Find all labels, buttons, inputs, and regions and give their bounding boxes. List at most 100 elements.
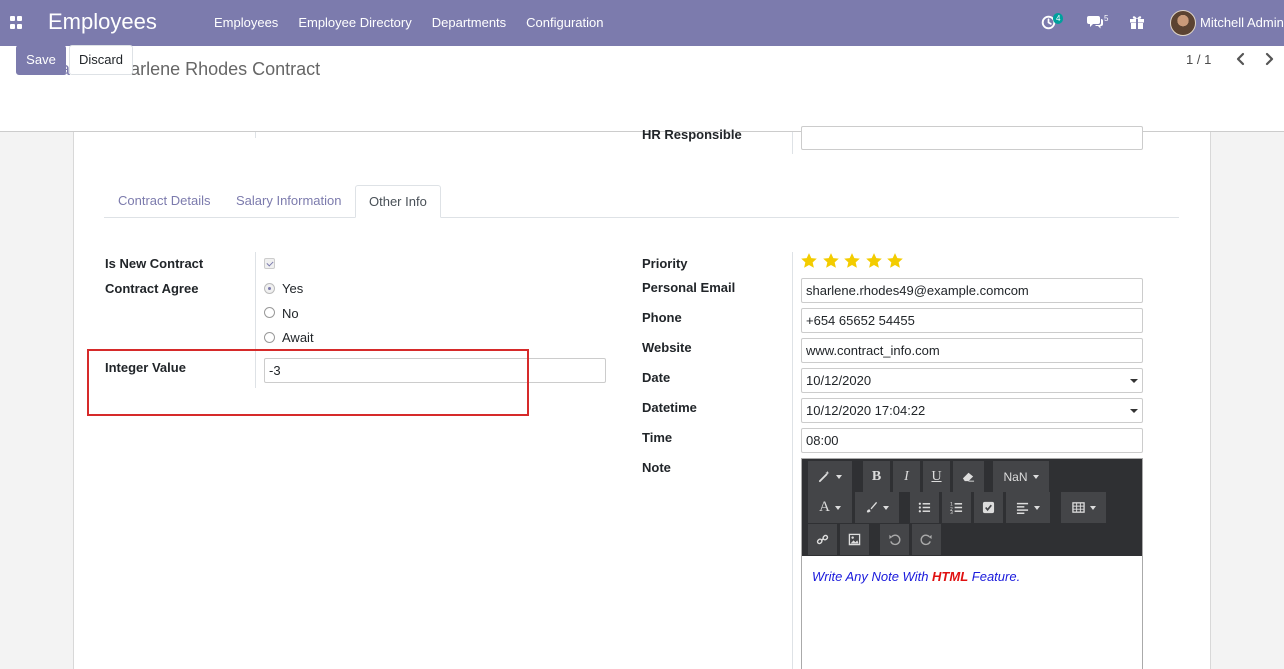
messages-menu[interactable]: 5 [1086,0,1114,46]
link-icon [816,534,829,545]
field-separator [255,132,256,138]
align-button[interactable] [1006,492,1050,523]
eraser-button[interactable] [953,461,984,492]
brush-color-button[interactable] [855,492,899,523]
font-size-value: NaN [1003,469,1028,484]
breadcrumb-current: Sharlene Rhodes Contract [108,59,321,79]
magic-wand-button[interactable] [808,461,852,492]
magic-wand-icon [818,470,830,483]
unordered-list-icon [918,502,931,513]
priority-star-icon[interactable] [865,252,883,270]
user-name[interactable]: Mitchell Admin [1200,15,1284,30]
discard-button[interactable]: Discard [69,45,133,75]
apps-grid-icon[interactable] [10,16,23,29]
website-label: Website [642,340,692,355]
tab-other-info[interactable]: Other Info [355,185,441,218]
priority-star-icon[interactable] [822,252,840,270]
activity-count-badge: 4 [1053,13,1064,24]
gift-menu[interactable] [1129,0,1147,46]
priority-star-icon[interactable] [843,252,861,270]
unordered-list-button[interactable] [910,492,939,523]
personal-email-input[interactable]: sharlene.rhodes49@example.comcom [801,278,1143,303]
phone-label: Phone [642,310,682,325]
menu-item-employees[interactable]: Employees [204,0,288,46]
messages-count-badge: 5 [1104,14,1109,23]
undo-button[interactable] [880,524,909,555]
italic-icon: I [904,468,909,484]
priority-star-icon[interactable] [886,252,904,270]
checklist-button[interactable] [974,492,1003,523]
pager-value[interactable]: 1 / 1 [1186,52,1211,67]
menu-item-configuration[interactable]: Configuration [516,0,613,46]
contract-agree-option-await[interactable]: Await [282,330,314,345]
datetime-value: 10/12/2020 17:04:22 [806,403,926,418]
pager-previous-button[interactable] [1234,52,1248,66]
note-text-suffix: Feature. [968,569,1021,584]
brush-color-icon [866,501,878,513]
hr-responsible-select[interactable] [801,126,1143,150]
font-size-dropdown[interactable]: NaN [993,461,1049,492]
ordered-list-icon: 123 [950,502,963,514]
chevron-left-icon [1236,52,1245,66]
gift-icon [1130,16,1144,29]
priority-star-icon[interactable] [800,252,818,270]
personal-email-label: Personal Email [642,280,736,295]
top-navbar: Employees Employees Employee Directory D… [0,0,1284,46]
main-menu: Employees Employee Directory Departments… [204,0,614,46]
contract-agree-option-yes[interactable]: Yes [282,281,303,296]
contract-agree-label: Contract Agree [105,281,199,296]
underline-button[interactable]: U [923,461,950,492]
svg-text:3: 3 [950,510,953,514]
image-button[interactable] [840,524,869,555]
tab-salary-information[interactable]: Salary Information [223,185,355,218]
ordered-list-button[interactable]: 123 [942,492,971,523]
date-value: 10/12/2020 [806,373,872,388]
is-new-contract-checkbox[interactable] [264,258,275,269]
editor-toolbar: B I U NaN A 123 [802,459,1142,556]
menu-item-employee-directory[interactable]: Employee Directory [288,0,421,46]
italic-button[interactable]: I [893,461,920,492]
save-button[interactable]: Save [16,45,66,75]
contract-agree-radio-no[interactable] [264,307,275,318]
activity-menu[interactable]: 4 [1040,0,1070,46]
integer-value-input[interactable]: -3 [264,358,606,383]
note-label: Note [642,460,671,475]
field-separator [792,132,793,154]
dropdown-caret-icon [1130,409,1138,413]
link-button[interactable] [808,524,837,555]
dropdown-caret-icon [1130,379,1138,383]
priority-label: Priority [642,256,688,271]
menu-item-departments[interactable]: Departments [422,0,516,46]
time-label: Time [642,430,673,445]
field-separator [792,252,793,669]
note-editor: B I U NaN A 123 Write Any Note With HTML… [801,458,1143,669]
font-color-icon: A [819,499,830,515]
time-input[interactable]: 08:00 [801,428,1143,453]
redo-button[interactable] [912,524,941,555]
contract-agree-radio-await[interactable] [264,332,275,343]
control-panel: Contracts/Sharlene Rhodes Contract [0,46,1284,132]
note-content[interactable]: Write Any Note With HTML Feature. [812,569,1020,584]
contract-agree-radio-yes[interactable] [264,283,275,294]
tab-contract-details[interactable]: Contract Details [105,185,223,218]
table-button[interactable] [1061,492,1106,523]
website-input[interactable]: www.contract_info.com [801,338,1143,363]
phone-input[interactable]: +654 65652 54455 [801,308,1143,333]
field-separator [255,252,256,388]
underline-icon: U [931,468,942,484]
bold-icon: B [871,468,882,484]
contract-agree-option-no[interactable]: No [282,306,299,321]
app-title[interactable]: Employees [48,9,157,35]
date-label: Date [642,370,671,385]
user-avatar[interactable] [1170,10,1196,36]
date-picker[interactable]: 10/12/2020 [801,368,1143,393]
font-color-button[interactable]: A [808,492,852,523]
datetime-picker[interactable]: 10/12/2020 17:04:22 [801,398,1143,423]
eraser-icon [962,472,975,482]
is-new-contract-label: Is New Contract [105,256,204,271]
bold-button[interactable]: B [863,461,890,492]
image-icon [848,533,861,546]
pager-next-button[interactable] [1262,52,1276,66]
redo-icon [920,534,932,546]
integer-value-label: Integer Value [105,360,186,375]
